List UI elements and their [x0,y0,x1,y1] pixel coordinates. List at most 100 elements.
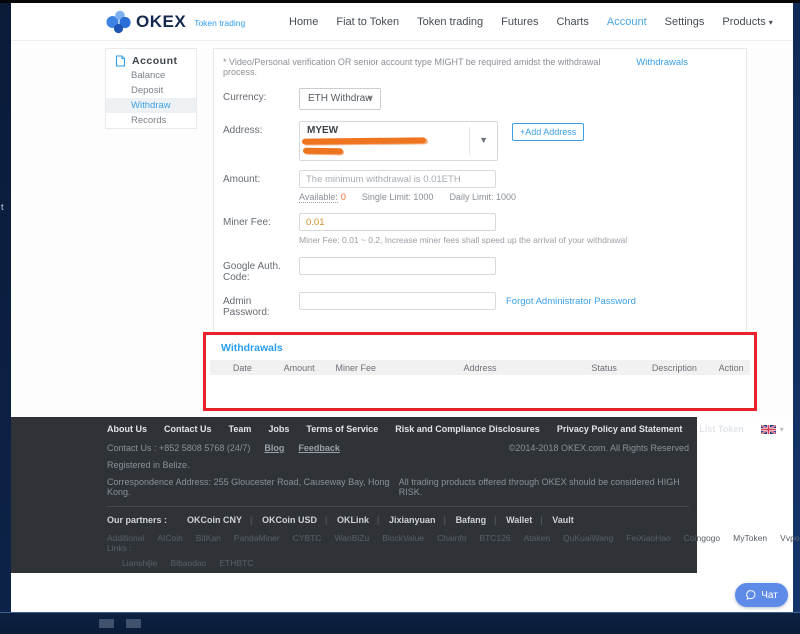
address-label: Address: [223,121,299,136]
footer-copyright: ©2014-2018 OKEX.com. All Rights Reserved [509,443,689,453]
footer-link-risk-disclosures[interactable]: Risk and Compliance Disclosures [395,424,540,434]
additional-link[interactable]: CYBTC [293,533,322,553]
verification-warning: * Video/Personal verification OR senior … [223,57,636,77]
partner-jixianyuan[interactable]: Jixianyuan [379,515,446,525]
col-address: Address [388,363,572,373]
select-caret-icon: ▼ [366,89,374,109]
footer-link-jobs[interactable]: Jobs [268,424,289,434]
additional-link[interactable]: PandaMiner [234,533,280,553]
partner-wallet[interactable]: Wallet [496,515,542,525]
add-address-button[interactable]: +Add Address [512,123,584,141]
partners-label: Our partners : [107,515,167,525]
col-amount: Amount [275,363,324,373]
additional-link[interactable]: FeiXiaoHao [626,533,670,553]
taskbar-item[interactable] [99,619,114,628]
footer-risk-warning: All trading products offered through OKE… [399,477,689,497]
address-select[interactable]: MYEW ▼ [299,121,498,161]
os-taskbar[interactable] [0,612,800,634]
col-status: Status [572,363,637,373]
chat-button-label: Чат [761,590,778,601]
sidebar-title: Account [106,49,196,68]
logo-subtitle: Token trading [194,18,245,28]
nav-token-trading[interactable]: Token trading [417,16,483,28]
footer-link-team[interactable]: Team [229,424,252,434]
chat-button[interactable]: Чат [735,583,788,607]
chevron-down-icon: ▾ [780,425,784,434]
additional-link[interactable]: ETHBTC [219,558,253,568]
footer-link-blog[interactable]: Blog [264,443,284,453]
google-auth-input[interactable] [299,257,496,275]
withdrawals-link[interactable]: Withdrawals [636,57,688,68]
withdrawals-table-header: Date Amount Miner Fee Address Status Des… [210,360,750,375]
forgot-password-link[interactable]: Forgot Administrator Password [506,296,636,307]
sidebar-item-records[interactable]: Records [106,113,196,128]
address-name: MYEW [307,125,338,136]
annotation-highlight-box: Withdrawals Date Amount Miner Fee Addres… [203,332,757,411]
partner-okcoin-usd[interactable]: OKCoin USD [252,515,327,525]
language-selector[interactable]: ▾ [761,425,784,434]
footer-correspondence-address: Correspondence Address: 255 Gloucester R… [107,477,399,497]
account-document-icon [115,55,126,67]
partner-bafang[interactable]: Bafang [446,515,497,525]
partner-okcoin-cny[interactable]: OKCoin CNY [177,515,252,525]
additional-link[interactable]: Ataken [524,533,550,553]
footer-contact-phone: Contact Us : +852 5808 5768 (24/7) [107,443,250,453]
footer-link-privacy[interactable]: Privacy Policy and Statement [557,424,683,434]
nav-charts[interactable]: Charts [556,16,588,28]
site-footer: About Us Contact Us Team Jobs Terms of S… [11,417,697,573]
miner-fee-input[interactable] [299,213,496,231]
available-value: 0 [341,192,346,202]
currency-label: Currency: [223,88,299,103]
additional-link[interactable]: Coingogo [684,533,720,553]
currency-select[interactable]: ETH Withdraw ▼ [299,88,381,110]
additional-link[interactable]: MyToken [733,533,767,553]
col-date: Date [210,363,275,373]
nav-settings[interactable]: Settings [665,16,705,28]
additional-link[interactable]: BlockValue [382,533,424,553]
daily-limit: Daily Limit: 1000 [449,192,516,202]
nav-products[interactable]: Products▾ [722,16,772,28]
footer-link-feedback[interactable]: Feedback [298,443,340,453]
additional-link[interactable]: Chainfo [437,533,466,553]
chat-bubble-icon [745,589,757,601]
account-sidebar: Account Balance Deposit Withdraw Records [105,48,197,129]
okex-logo[interactable]: OKEX Token trading [105,8,245,36]
sidebar-item-balance[interactable]: Balance [106,68,196,83]
additional-link[interactable]: BTC126 [479,533,510,553]
currency-selected-value: ETH Withdraw [308,93,372,104]
single-limit: Single Limit: 1000 [362,192,434,202]
desktop-text-artifact: t [1,202,4,212]
additional-link[interactable]: Bibaodao [170,558,206,568]
miner-fee-hint: Miner Fee: 0.01 ~ 0.2, Increase miner fe… [299,235,746,245]
footer-link-contact-us[interactable]: Contact Us [164,424,212,434]
nav-account[interactable]: Account [607,16,647,28]
footer-link-terms[interactable]: Terms of Service [306,424,378,434]
additional-link[interactable]: AICoin [157,533,183,553]
amount-input[interactable] [299,170,496,188]
okex-logo-icon [105,9,131,35]
sidebar-item-withdraw[interactable]: Withdraw [106,98,196,113]
address-redaction-scribble [302,137,426,144]
sidebar-item-deposit[interactable]: Deposit [106,83,196,98]
uk-flag-icon [761,425,776,434]
col-action: Action [712,363,750,373]
address-divider [469,127,470,155]
additional-link[interactable]: Lianshijie [122,558,157,568]
nav-futures[interactable]: Futures [501,16,538,28]
additional-link[interactable]: BitKan [196,533,221,553]
footer-link-about-us[interactable]: About Us [107,424,147,434]
partner-vault[interactable]: Vault [542,515,584,525]
additional-link[interactable]: Vvpool [780,533,800,553]
withdrawals-section-title: Withdrawals [221,342,754,354]
footer-link-list-token[interactable]: List Token [699,424,743,434]
additional-link[interactable]: WanBiZu [335,533,370,553]
partner-oklink[interactable]: OKLink [327,515,379,525]
taskbar-item[interactable] [126,619,141,628]
nav-home[interactable]: Home [289,16,318,28]
amount-label: Amount: [223,170,299,185]
nav-fiat-to-token[interactable]: Fiat to Token [336,16,399,28]
admin-password-input[interactable] [299,292,496,310]
main-nav: Home Fiat to Token Token trading Futures… [289,3,773,41]
chevron-down-icon: ▾ [769,18,773,27]
additional-link[interactable]: QuKuaiWang [563,533,613,553]
